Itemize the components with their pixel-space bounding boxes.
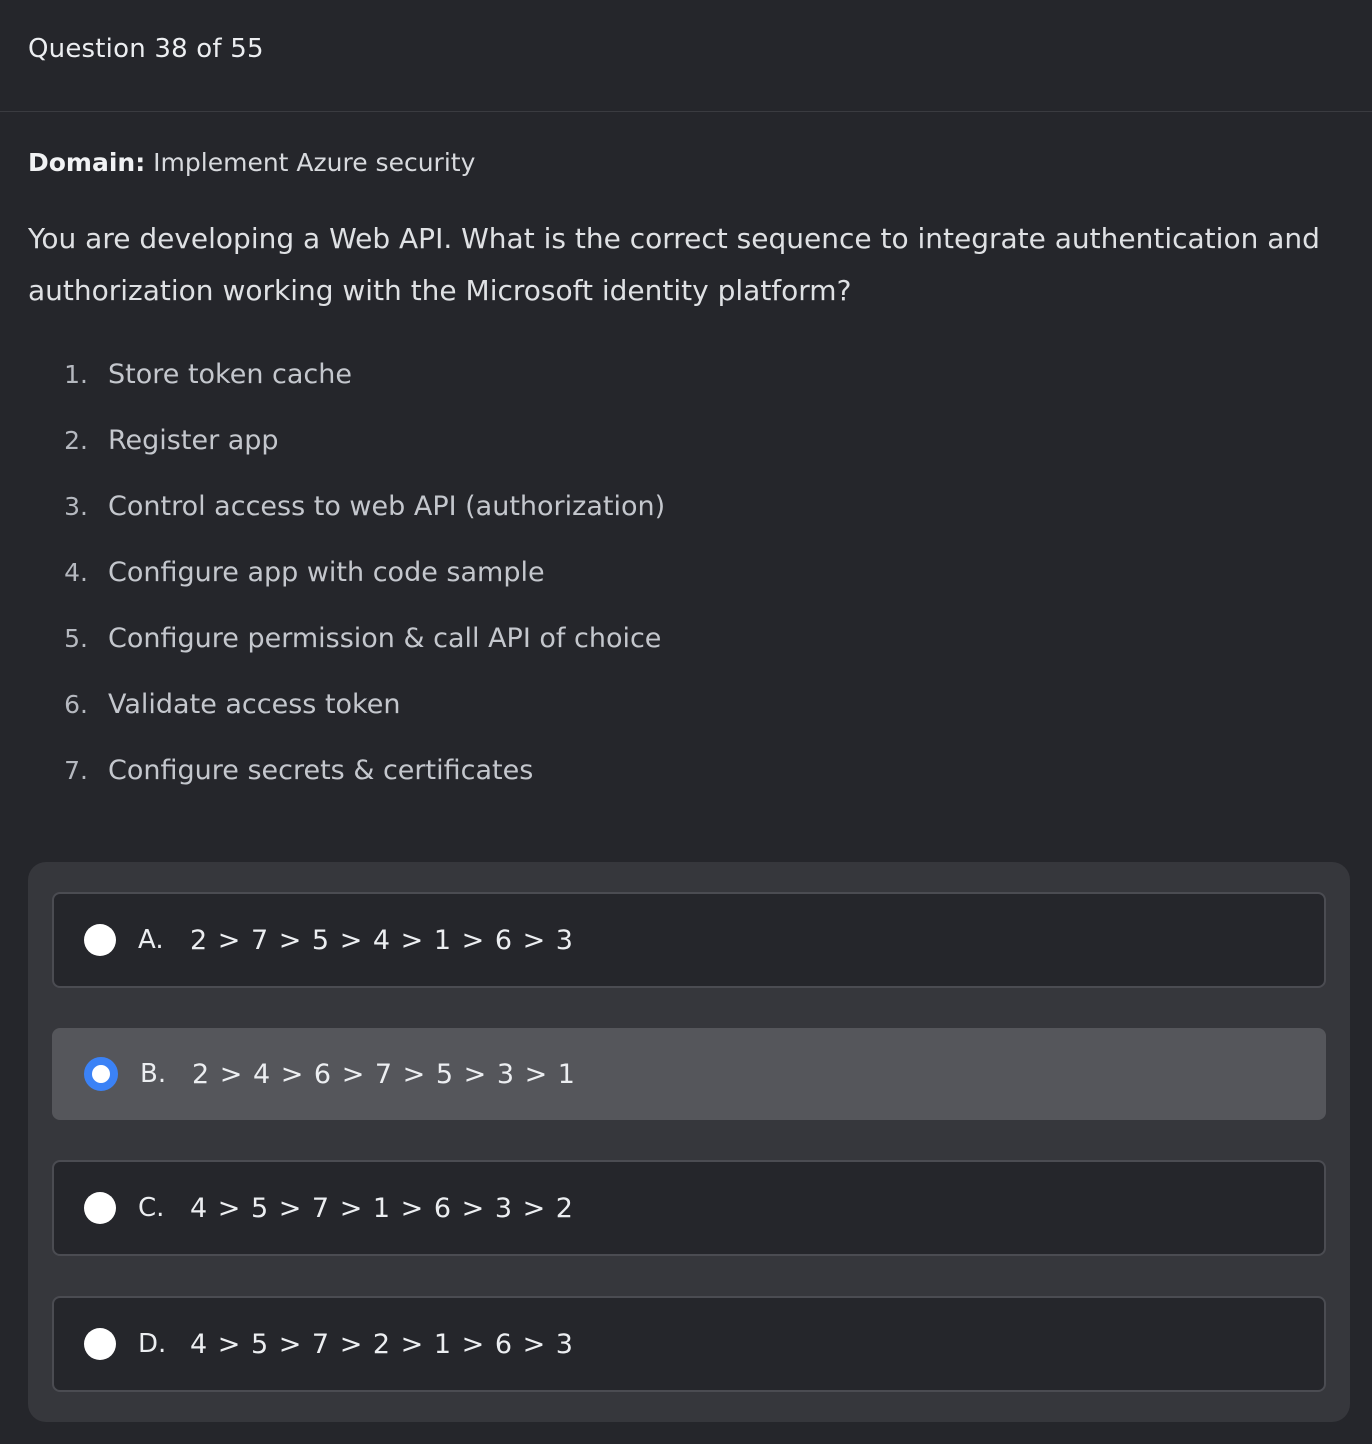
- step-number: 2.: [64, 426, 88, 455]
- option-a[interactable]: A. 2 > 7 > 5 > 4 > 1 > 6 > 3: [52, 892, 1326, 988]
- question-counter: Question 38 of 55: [28, 34, 264, 64]
- domain-label: Domain:: [28, 148, 146, 177]
- answer-options-panel: A. 2 > 7 > 5 > 4 > 1 > 6 > 3 B. 2 > 4 > …: [28, 862, 1350, 1422]
- option-letter: A.: [138, 925, 164, 955]
- step-number: 5.: [64, 624, 88, 653]
- option-sequence: 4 > 5 > 7 > 1 > 6 > 3 > 2: [190, 1192, 574, 1224]
- question-header: Question 38 of 55: [0, 0, 1372, 112]
- step-item: 2. Register app: [48, 425, 1344, 491]
- step-text: Configure app with code sample: [108, 557, 545, 588]
- radio-button-c[interactable]: [84, 1192, 116, 1224]
- step-item: 6. Validate access token: [48, 689, 1344, 755]
- option-sequence: 2 > 7 > 5 > 4 > 1 > 6 > 3: [190, 924, 574, 956]
- step-item: 3. Control access to web API (authorizat…: [48, 491, 1344, 557]
- question-content: Domain: Implement Azure security You are…: [0, 148, 1372, 821]
- step-number: 7.: [64, 756, 88, 785]
- domain-value: Implement Azure security: [153, 148, 476, 177]
- option-b[interactable]: B. 2 > 4 > 6 > 7 > 5 > 3 > 1: [52, 1028, 1326, 1120]
- step-text: Configure secrets & certificates: [108, 755, 534, 786]
- step-number: 6.: [64, 690, 88, 719]
- option-d[interactable]: D. 4 > 5 > 7 > 2 > 1 > 6 > 3: [52, 1296, 1326, 1392]
- steps-list: 1. Store token cache 2. Register app 3. …: [28, 359, 1344, 821]
- option-c[interactable]: C. 4 > 5 > 7 > 1 > 6 > 3 > 2: [52, 1160, 1326, 1256]
- step-text: Register app: [108, 425, 279, 456]
- domain-line: Domain: Implement Azure security: [28, 148, 1344, 177]
- step-number: 1.: [64, 360, 88, 389]
- step-item: 4. Configure app with code sample: [48, 557, 1344, 623]
- step-text: Validate access token: [108, 689, 401, 720]
- step-number: 4.: [64, 558, 88, 587]
- radio-button-d[interactable]: [84, 1328, 116, 1360]
- option-sequence: 4 > 5 > 7 > 2 > 1 > 6 > 3: [190, 1328, 574, 1360]
- radio-button-a[interactable]: [84, 924, 116, 956]
- step-item: 7. Configure secrets & certificates: [48, 755, 1344, 821]
- option-letter: D.: [138, 1329, 167, 1359]
- option-letter: B.: [140, 1059, 167, 1089]
- radio-button-b-checked[interactable]: [84, 1057, 118, 1091]
- step-number: 3.: [64, 492, 88, 521]
- step-item: 5. Configure permission & call API of ch…: [48, 623, 1344, 689]
- option-letter: C.: [138, 1193, 165, 1223]
- step-text: Store token cache: [108, 359, 352, 390]
- step-text: Configure permission & call API of choic…: [108, 623, 662, 654]
- option-sequence: 2 > 4 > 6 > 7 > 5 > 3 > 1: [192, 1058, 576, 1090]
- step-text: Control access to web API (authorization…: [108, 491, 666, 522]
- question-text: You are developing a Web API. What is th…: [28, 222, 1320, 307]
- step-item: 1. Store token cache: [48, 359, 1344, 425]
